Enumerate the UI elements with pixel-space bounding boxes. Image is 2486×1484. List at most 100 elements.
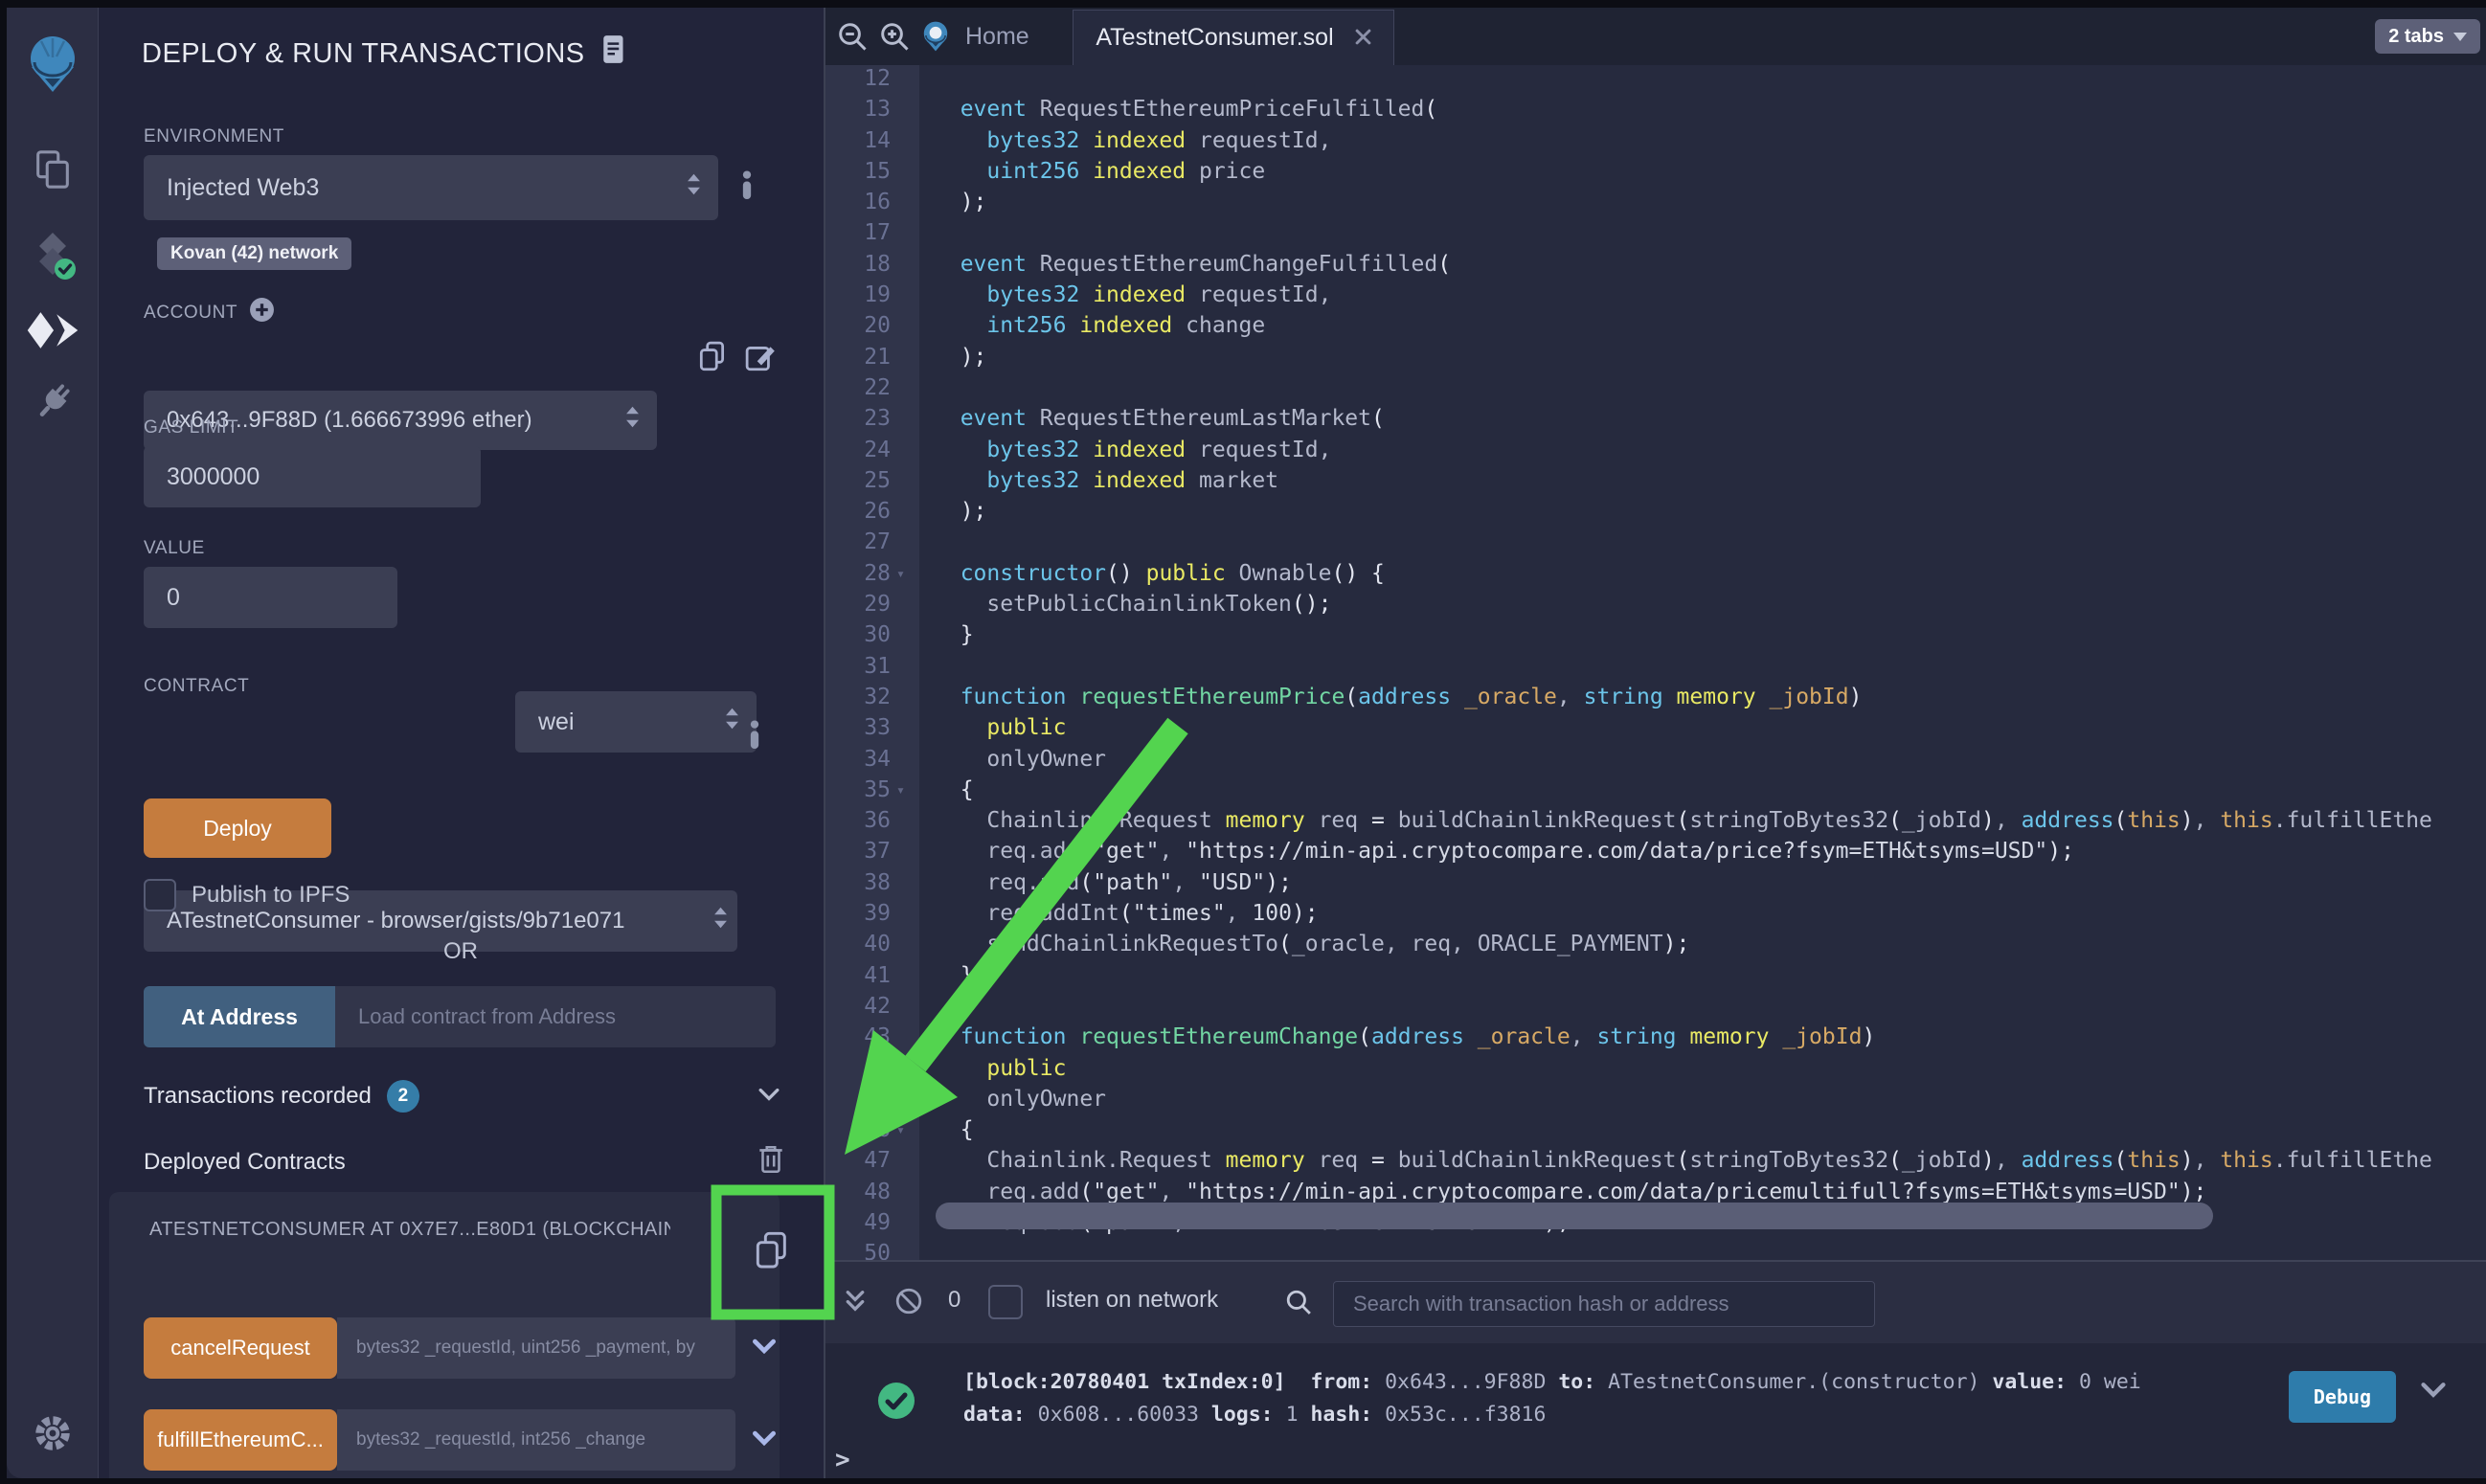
log-expand-chevron-icon[interactable]: [2421, 1382, 2446, 1402]
code-line: 27: [824, 527, 2486, 557]
publish-ipfs-row: Publish to IPFS: [144, 879, 350, 911]
tab-active-label: ATestnetConsumer.sol: [1096, 24, 1333, 52]
success-check-icon: [877, 1382, 915, 1424]
debug-button[interactable]: Debug: [2289, 1371, 2396, 1423]
value-input[interactable]: 0: [144, 567, 397, 628]
transactions-recorded-row: Transactions recorded 2: [144, 1080, 419, 1113]
tabs-count-badge[interactable]: 2 tabs: [2375, 19, 2480, 54]
at-address-button[interactable]: At Address: [144, 986, 335, 1047]
remix-ide-window: DEPLOY & RUN TRANSACTIONS ENVIRONMENT In…: [0, 0, 2486, 1484]
code-line: 22: [824, 372, 2486, 403]
zoom-in-icon[interactable]: [879, 21, 910, 56]
code-line: 47 Chainlink.Request memory req = buildC…: [824, 1145, 2486, 1176]
fulfillEthereumChange-button[interactable]: fulfillEthereumC...: [144, 1409, 337, 1471]
code-line: 50: [824, 1238, 2486, 1262]
code-line: 13 event RequestEthereumPriceFulfilled(: [824, 94, 2486, 124]
terminal-search-input[interactable]: Search with transaction hash or address: [1333, 1281, 1875, 1327]
tab-home[interactable]: Home: [919, 19, 1029, 54]
listen-network-checkbox[interactable]: [988, 1285, 1023, 1319]
expand-terminal-icon[interactable]: [845, 1289, 866, 1317]
code-line: 26 );: [824, 496, 2486, 527]
stepper-arrows-icon: [713, 906, 728, 937]
code-line: 24 bytes32 indexed requestId,: [824, 435, 2486, 465]
tabs-count-label: 2 tabs: [2388, 26, 2444, 48]
search-icon: [1285, 1289, 1312, 1320]
code-line: 37 req.add("get", "https://min-api.crypt…: [824, 836, 2486, 866]
value-amount: 0: [167, 584, 180, 612]
fulfillEthereumChange-params-input[interactable]: bytes32 _requestId, int256 _change: [337, 1409, 735, 1471]
code-line: 43 function requestEthereumChange(addres…: [824, 1022, 2486, 1052]
cancelRequest-button[interactable]: cancelRequest: [144, 1317, 337, 1379]
deployed-contract-title: ATESTNETCONSUMER AT 0X7E7...E80D1 (BLOCK…: [149, 1219, 670, 1241]
at-address-input[interactable]: Load contract from Address: [335, 986, 776, 1047]
code-line: 12: [824, 63, 2486, 94]
gas-limit-value: 3000000: [167, 463, 260, 491]
expand-function-chevron-icon[interactable]: [753, 1338, 776, 1359]
expand-function-chevron-icon[interactable]: [753, 1430, 776, 1450]
code-line: 30 }: [824, 619, 2486, 650]
deploy-and-run-icon[interactable]: [26, 310, 79, 355]
gas-limit-input[interactable]: 3000000: [144, 446, 481, 507]
code-line: 23 event RequestEthereumLastMarket(: [824, 403, 2486, 434]
code-line: 29 setPublicChainlinkToken();: [824, 589, 2486, 619]
settings-gear-icon[interactable]: [31, 1411, 75, 1460]
account-label-text: ACCOUNT: [144, 303, 237, 324]
code-line: 41 }: [824, 960, 2486, 991]
add-account-icon[interactable]: [249, 297, 275, 328]
deployed-contract-card: ATESTNETCONSUMER AT 0X7E7...E80D1 (BLOCK…: [109, 1192, 780, 1478]
code-line: 38 req.add("path", "USD");: [824, 867, 2486, 898]
environment-select[interactable]: Injected Web3: [144, 155, 718, 220]
code-line: 34 onlyOwner: [824, 744, 2486, 775]
transactions-chevron-icon[interactable]: [758, 1088, 780, 1106]
pending-tx-count: 0: [948, 1287, 960, 1314]
documentation-icon[interactable]: [602, 34, 627, 73]
code-line: 16 );: [824, 187, 2486, 217]
code-line: 17: [824, 217, 2486, 248]
code-line: 20 int256 indexed change: [824, 310, 2486, 341]
copy-contract-address-icon[interactable]: [753, 1230, 791, 1277]
tab-bar: Home ATestnetConsumer.sol 2 tabs: [824, 8, 2486, 65]
stepper-arrows-icon: [687, 172, 701, 204]
code-line: 25 bytes32 indexed market: [824, 465, 2486, 496]
value-unit: wei: [538, 708, 575, 736]
terminal-prompt[interactable]: >: [835, 1446, 850, 1474]
contract-value: ATestnetConsumer - browser/gists/9b71e07…: [167, 908, 624, 934]
network-badge: Kovan (42) network: [157, 237, 351, 270]
code-line: 36 Chainlink.Request memory req = buildC…: [824, 805, 2486, 836]
copy-account-icon[interactable]: [697, 341, 728, 378]
environment-value: Injected Web3: [167, 174, 319, 202]
publish-ipfs-checkbox[interactable]: [144, 879, 176, 911]
code-line: 33 public: [824, 712, 2486, 743]
close-tab-icon[interactable]: [1355, 24, 1371, 52]
stepper-arrows-icon: [725, 707, 739, 738]
solidity-compiler-icon[interactable]: [30, 230, 76, 284]
code-lines[interactable]: 1213 event RequestEthereumPriceFulfilled…: [824, 63, 2486, 1262]
cancelRequest-params-input[interactable]: bytes32 _requestId, uint256 _payment, by: [337, 1317, 735, 1379]
panel-title-text: DEPLOY & RUN TRANSACTIONS: [142, 38, 585, 70]
terminal-log: [block:20780401 txIndex:0] from: 0x643..…: [824, 1343, 2486, 1478]
code-line: 28▾ constructor() public Ownable() {: [824, 558, 2486, 589]
panel-title: DEPLOY & RUN TRANSACTIONS: [142, 34, 627, 73]
deploy-button[interactable]: Deploy: [144, 798, 331, 858]
clear-console-icon[interactable]: [894, 1287, 923, 1320]
trash-icon[interactable]: [757, 1143, 785, 1180]
environment-label: ENVIRONMENT: [144, 126, 284, 147]
deployed-contract-header[interactable]: ATESTNETCONSUMER AT 0X7E7...E80D1 (BLOCK…: [134, 1219, 670, 1241]
contract-info-icon[interactable]: [749, 720, 760, 753]
log-line-1[interactable]: [block:20780401 txIndex:0] from: 0x643..…: [963, 1370, 2154, 1394]
horizontal-scrollbar[interactable]: [936, 1203, 2213, 1229]
code-line: 39 req.addInt("times", 100);: [824, 898, 2486, 929]
file-explorer-icon[interactable]: [31, 147, 75, 196]
log-line-2[interactable]: data: 0x608...60033 logs: 1 hash: 0x53c.…: [963, 1403, 1546, 1427]
environment-info-icon[interactable]: [741, 170, 753, 204]
chevron-down-icon: [2453, 33, 2467, 41]
edit-account-icon[interactable]: [745, 341, 778, 378]
code-line: 18 event RequestEthereumChangeFulfilled(: [824, 249, 2486, 280]
plugin-manager-icon[interactable]: [30, 379, 76, 430]
tab-atestnetconsumer[interactable]: ATestnetConsumer.sol: [1073, 10, 1394, 65]
zoom-out-icon[interactable]: [837, 21, 868, 56]
code-line: 40 sendChainlinkRequestTo(_oracle, req, …: [824, 929, 2486, 959]
value-unit-select[interactable]: wei: [515, 691, 757, 753]
contract-label: CONTRACT: [144, 676, 249, 697]
remix-logo-icon[interactable]: [22, 33, 83, 101]
